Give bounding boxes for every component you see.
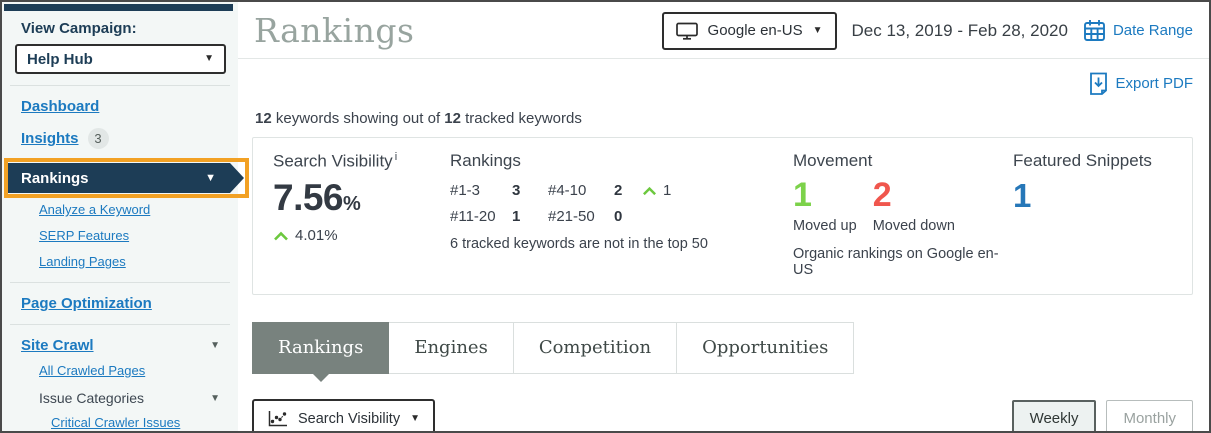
search-visibility-unit: %: [343, 193, 361, 215]
featured-snippets-value: 1: [1013, 177, 1172, 215]
sidebar-item-rankings-wrap: Rankings ▼: [2, 163, 238, 193]
tab-competition[interactable]: Competition: [513, 322, 677, 374]
calendar-icon: [1083, 19, 1106, 42]
tab-opportunities[interactable]: Opportunities: [676, 322, 854, 374]
sidebar-item-issue-categories[interactable]: Issue Categories: [39, 390, 144, 406]
caret-down-icon: ▼: [205, 173, 216, 184]
sidebar-item-all-crawled-pages[interactable]: All Crawled Pages: [39, 363, 145, 378]
search-visibility-section: Search Visibilityi 7.56% 4.01%: [273, 151, 450, 278]
rankings-section-title: Rankings: [450, 151, 793, 171]
sidebar-item-analyze-a-keyword[interactable]: Analyze a Keyword: [39, 202, 150, 217]
keywords-showing-count: 12: [255, 110, 272, 127]
chart-controls-row: Search Visibility ▼ Weekly Monthly: [252, 399, 1193, 433]
weekly-button[interactable]: Weekly: [1012, 400, 1097, 433]
rank-range: #11-20: [450, 208, 512, 225]
metric-dropdown-value: Search Visibility: [298, 411, 400, 427]
search-engine-dropdown[interactable]: Google en-US ▼: [662, 12, 837, 50]
sidebar-top-accent-bar: [4, 4, 233, 11]
caret-down-icon[interactable]: ▼: [210, 341, 220, 351]
caret-down-icon[interactable]: ▼: [210, 394, 220, 404]
monthly-button[interactable]: Monthly: [1106, 400, 1193, 433]
sidebar-item-rankings[interactable]: Rankings ▼: [8, 163, 230, 193]
rank-range: #21-50: [548, 208, 614, 225]
app-window: View Campaign: Help Hub ▼ Dashboard Insi…: [0, 0, 1211, 433]
sidebar-item-landing-pages[interactable]: Landing Pages: [39, 254, 126, 269]
sidebar-item-site-crawl[interactable]: Site Crawl: [21, 337, 94, 354]
rank-range: #1-3: [450, 182, 512, 199]
featured-snippets-title: Featured Snippets: [1013, 151, 1172, 171]
featured-snippets-section: Featured Snippets 1: [1013, 151, 1172, 278]
page-header: Rankings Google en-US ▼ Dec 13, 2019 - F…: [238, 2, 1209, 53]
rank-count: 0: [614, 208, 642, 225]
metric-dropdown[interactable]: Search Visibility ▼: [252, 399, 435, 433]
moved-down-label: Moved down: [873, 218, 955, 234]
stats-summary-panel: Search Visibilityi 7.56% 4.01% Rankings …: [252, 137, 1193, 295]
tabs-bar: Rankings Engines Competition Opportuniti…: [252, 322, 1193, 374]
rank-count: 1: [512, 208, 548, 225]
search-visibility-change: 4.01%: [295, 227, 338, 244]
sidebar-rankings-label: Rankings: [21, 170, 205, 187]
rank-range: #4-10: [548, 182, 614, 199]
tab-rankings[interactable]: Rankings: [252, 322, 389, 374]
moved-up-value: 1: [793, 175, 857, 216]
export-pdf-icon: [1089, 72, 1108, 95]
search-engine-dropdown-value: Google en-US: [708, 22, 803, 39]
rank-change-value: 1: [663, 182, 671, 199]
rank-count: 2: [614, 182, 642, 199]
keywords-showing-text: keywords showing out of: [272, 110, 445, 127]
sidebar-item-dashboard[interactable]: Dashboard: [21, 98, 99, 115]
search-visibility-title: Search Visibility: [273, 151, 393, 170]
caret-down-icon: ▼: [813, 26, 823, 36]
info-icon[interactable]: i: [395, 151, 397, 163]
export-pdf-button[interactable]: Export PDF: [238, 59, 1209, 95]
moved-up-stat: 1 Moved up: [793, 175, 857, 234]
movement-section: Movement 1 Moved up 2 Moved down Organic…: [793, 151, 1013, 278]
sidebar-item-issue-categories-row: Issue Categories ▼: [2, 380, 238, 406]
rank-change: 1: [642, 182, 793, 199]
sidebar: View Campaign: Help Hub ▼ Dashboard Insi…: [2, 2, 238, 431]
moved-down-value: 2: [873, 175, 955, 216]
keywords-tracked-text: tracked keywords: [461, 110, 582, 127]
date-range-button[interactable]: Date Range: [1083, 19, 1193, 42]
search-visibility-value: 7.56: [273, 177, 343, 218]
rankings-section: Rankings #1-3 3 #4-10 2 1 #11-20 1 #21-5…: [450, 151, 793, 278]
sidebar-item-insights-row: Insights 3: [2, 116, 238, 149]
sidebar-item-page-optimization[interactable]: Page Optimization: [21, 295, 152, 312]
campaign-dropdown-value: Help Hub: [27, 51, 204, 68]
moved-down-stat: 2 Moved down: [873, 175, 955, 234]
keywords-summary: 12 keywords showing out of 12 tracked ke…: [238, 95, 1209, 127]
rankings-distribution-table: #1-3 3 #4-10 2 1 #11-20 1 #21-50 0: [450, 182, 793, 225]
caret-down-icon: ▼: [410, 414, 420, 424]
sidebar-item-serp-features[interactable]: SERP Features: [39, 228, 129, 243]
view-campaign-label: View Campaign:: [2, 11, 238, 37]
page-title: Rankings: [254, 11, 414, 50]
insights-count-badge: 3: [88, 128, 109, 149]
sidebar-item-insights[interactable]: Insights: [21, 130, 79, 147]
campaign-dropdown[interactable]: Help Hub ▼: [15, 44, 226, 74]
chevron-up-icon: [273, 231, 289, 241]
chevron-up-icon: [642, 186, 657, 196]
sidebar-item-site-crawl-row: Site Crawl ▼: [2, 325, 238, 354]
moved-up-label: Moved up: [793, 218, 857, 234]
caret-down-icon: ▼: [204, 54, 214, 64]
export-pdf-label: Export PDF: [1115, 75, 1193, 92]
sidebar-item-critical-crawler-issues[interactable]: Critical Crawler Issues: [51, 415, 180, 430]
date-range-value: Dec 13, 2019 - Feb 28, 2020: [852, 21, 1068, 41]
monitor-icon: [676, 22, 698, 40]
scatter-chart-icon: [267, 410, 288, 428]
main-content: Rankings Google en-US ▼ Dec 13, 2019 - F…: [238, 2, 1209, 431]
rank-count: 3: [512, 182, 548, 199]
date-range-label: Date Range: [1113, 22, 1193, 39]
movement-title: Movement: [793, 151, 1013, 171]
rankings-note: 6 tracked keywords are not in the top 50: [450, 236, 793, 252]
movement-note: Organic rankings on Google en-US: [793, 246, 1013, 278]
tab-engines[interactable]: Engines: [388, 322, 514, 374]
keywords-tracked-count: 12: [444, 110, 461, 127]
